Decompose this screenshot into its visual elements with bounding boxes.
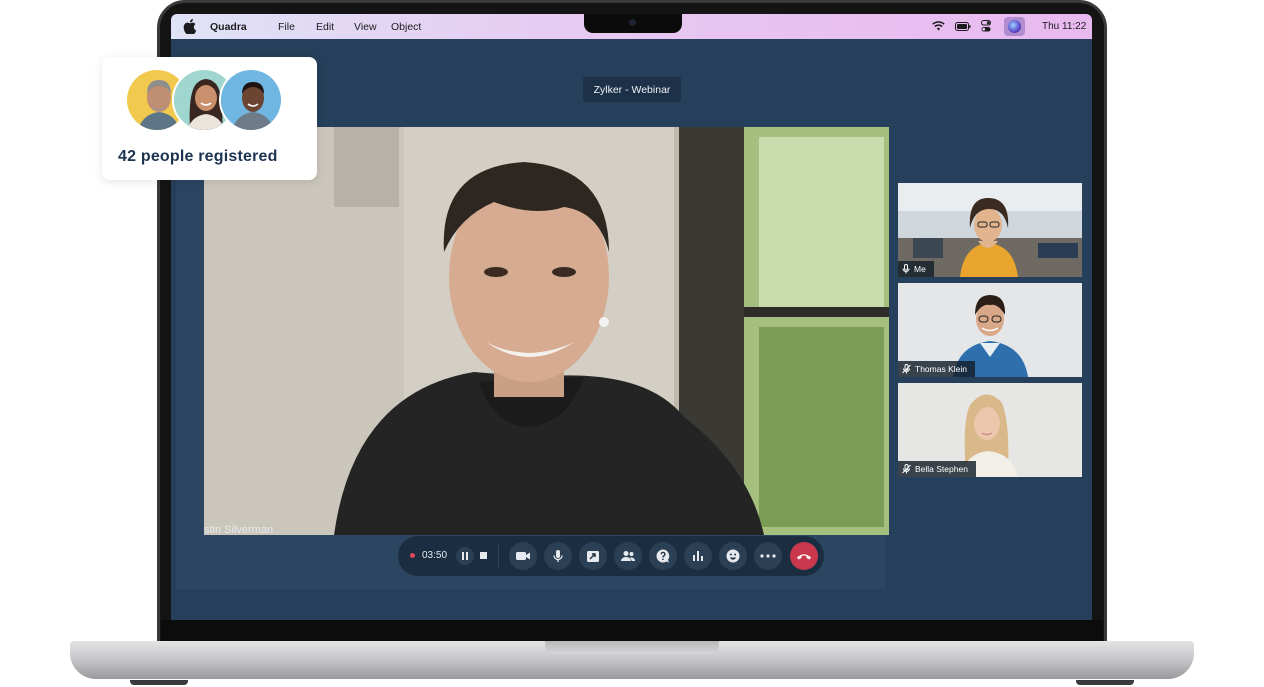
more-icon xyxy=(760,554,776,558)
menu-item-file[interactable]: File xyxy=(278,21,295,33)
recording-time: 03:50 xyxy=(422,550,448,561)
reactions-button[interactable] xyxy=(719,542,747,570)
participant-tile-bella-stephen[interactable]: Bella Stephen xyxy=(898,383,1082,477)
camera-notch xyxy=(584,14,682,33)
avatar xyxy=(219,68,283,132)
poll-icon xyxy=(693,551,703,561)
reactions-icon xyxy=(726,549,740,563)
menu-item-edit[interactable]: Edit xyxy=(316,21,334,33)
menu-bar: Quadra File Edit View Object Thu 11:22 xyxy=(171,14,1092,39)
main-speaker-image xyxy=(204,127,889,535)
laptop-base-notch xyxy=(545,641,719,654)
main-speaker-name: stin Silverman xyxy=(204,524,274,536)
participant-name-bella-stephen: Bella Stephen xyxy=(915,464,968,474)
mic-on-icon xyxy=(902,264,910,274)
main-speaker-video[interactable] xyxy=(204,127,889,535)
video-button[interactable] xyxy=(509,542,537,570)
participant-label-me: Me xyxy=(898,261,934,277)
call-controls: 03:50 xyxy=(398,536,824,576)
microphone-icon xyxy=(553,550,563,562)
controls-divider xyxy=(498,544,499,568)
poll-button[interactable] xyxy=(684,542,712,570)
laptop-base xyxy=(70,641,1194,679)
siri-icon[interactable] xyxy=(1004,17,1025,36)
screen-share-button[interactable] xyxy=(579,542,607,570)
menu-item-view[interactable]: View xyxy=(354,21,377,33)
laptop-foot-left xyxy=(130,680,188,685)
wifi-icon[interactable] xyxy=(932,20,945,32)
participant-label-thomas-klein: Thomas Klein xyxy=(898,361,975,377)
registration-card: 42 people registered xyxy=(102,57,317,180)
mic-muted-icon xyxy=(902,364,911,374)
participant-label-bella-stephen: Bella Stephen xyxy=(898,461,976,477)
control-center-icon[interactable] xyxy=(981,20,991,32)
qa-button[interactable] xyxy=(649,542,677,570)
end-call-icon xyxy=(797,554,811,560)
more-button[interactable] xyxy=(754,542,782,570)
menu-app-name[interactable]: Quadra xyxy=(210,21,247,33)
participants-button[interactable] xyxy=(614,542,642,570)
stop-recording-button[interactable] xyxy=(480,552,487,559)
video-icon xyxy=(516,552,530,560)
registration-count: 42 people registered xyxy=(118,148,278,165)
laptop-foot-right xyxy=(1076,680,1134,685)
menu-clock: Thu 11:22 xyxy=(1042,21,1087,32)
participant-name-me: Me xyxy=(914,264,926,274)
qa-icon xyxy=(656,549,670,563)
participant-tile-me[interactable]: Me xyxy=(898,183,1082,277)
participant-name-thomas-klein: Thomas Klein xyxy=(915,364,967,374)
battery-icon[interactable] xyxy=(955,22,971,31)
pause-recording-button[interactable] xyxy=(456,547,474,565)
apple-icon[interactable] xyxy=(183,19,197,34)
laptop-hinge xyxy=(161,620,1103,642)
screen-share-icon xyxy=(587,550,599,562)
participants-icon xyxy=(621,551,636,561)
pause-icon xyxy=(462,552,468,560)
recording-dot-icon xyxy=(410,553,415,558)
menu-item-object[interactable]: Object xyxy=(391,21,421,33)
camera-dot xyxy=(629,19,636,26)
mic-muted-icon xyxy=(902,464,911,474)
participant-tile-thomas-klein[interactable]: Thomas Klein xyxy=(898,283,1082,377)
microphone-button[interactable] xyxy=(544,542,572,570)
webinar-title: Zylker - Webinar xyxy=(583,77,681,102)
avatar-image xyxy=(221,70,281,130)
end-call-button[interactable] xyxy=(790,542,818,570)
